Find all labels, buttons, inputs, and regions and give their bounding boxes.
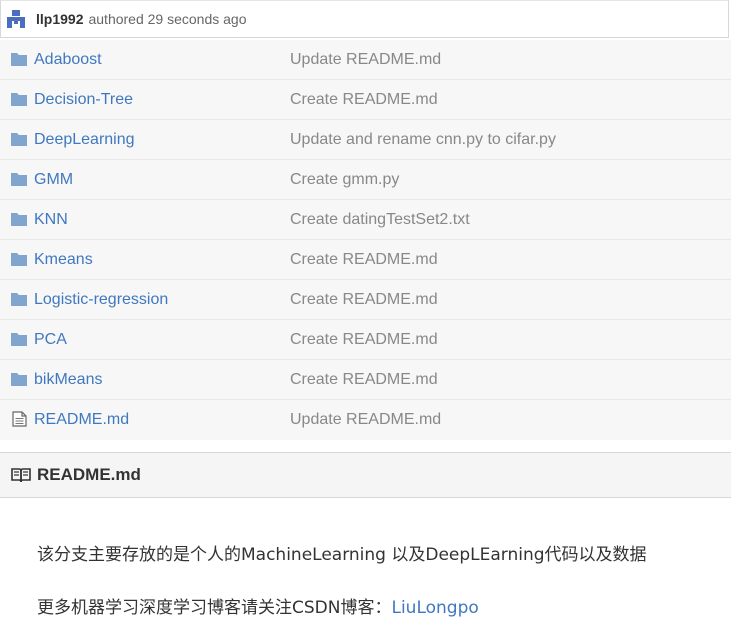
file-row[interactable]: Adaboost Update README.md [0,40,731,80]
folder-icon [10,291,28,307]
file-icon [10,411,28,427]
file-row[interactable]: PCA Create README.md [0,320,731,360]
file-name-link[interactable]: Adaboost [34,51,102,69]
file-name-link[interactable]: Kmeans [34,251,93,269]
file-row[interactable]: DeepLearning Update and rename cnn.py to … [0,120,731,160]
file-row[interactable]: bikMeans Create README.md [0,360,731,400]
folder-icon [10,331,28,347]
readme-paragraph-2-text: 更多机器学习深度学习博客请关注CSDN博客： [37,598,392,618]
commit-message-link[interactable]: Create README.md [290,91,438,109]
csdn-blog-link[interactable]: LiuLongpo [391,598,478,618]
file-name-link[interactable]: Logistic-regression [34,291,168,309]
commit-message-link[interactable]: Create gmm.py [290,171,399,189]
folder-icon [10,131,28,147]
file-row[interactable]: Kmeans Create README.md [0,240,731,280]
readme-title: README.md [37,465,141,484]
file-name-link[interactable]: PCA [34,331,67,349]
commit-message-link[interactable]: Create README.md [290,251,438,269]
file-name-link[interactable]: bikMeans [34,371,102,389]
file-row[interactable]: Logistic-regression Create README.md [0,280,731,320]
file-name-link[interactable]: DeepLearning [34,131,135,149]
file-row[interactable]: README.md Update README.md [0,400,731,440]
commit-message-link[interactable]: Create README.md [290,371,438,389]
file-row[interactable]: Decision-Tree Create README.md [0,80,731,120]
commit-time-text: authored 29 seconds ago [88,11,247,27]
book-icon [11,468,31,483]
readme-paragraph-2: 更多机器学习深度学习博客请关注CSDN博客：LiuLongpo [37,593,479,618]
folder-icon [10,371,28,387]
file-name-link[interactable]: KNN [34,211,68,229]
folder-icon [10,171,28,187]
commit-message-link[interactable]: Create datingTestSet2.txt [290,211,470,229]
readme-header: README.md [0,452,731,498]
file-table: Adaboost Update README.md Decision-Tree Cre… [0,40,731,440]
commit-author[interactable]: llp1992 [36,11,83,27]
commit-message-link[interactable]: Update and rename cnn.py to cifar.py [290,131,556,149]
folder-icon [10,251,28,267]
file-name-link[interactable]: GMM [34,171,73,189]
latest-commit-bar: llp1992 authored 29 seconds ago [0,0,729,38]
folder-icon [10,51,28,67]
commit-message-link[interactable]: Update README.md [290,51,441,69]
folder-icon [10,91,28,107]
file-name-link[interactable]: README.md [34,411,129,429]
folder-icon [10,211,28,227]
file-row[interactable]: GMM Create gmm.py [0,160,731,200]
readme-paragraph-1: 该分支主要存放的是个人的MachineLearning 以及DeepLEarni… [37,545,647,565]
repo-page: llp1992 authored 29 seconds ago Adaboost… [0,0,731,618]
file-row[interactable]: KNN Create datingTestSet2.txt [0,200,731,240]
commit-message-link[interactable]: Create README.md [290,291,438,309]
file-name-link[interactable]: Decision-Tree [34,91,133,109]
commit-message-link[interactable]: Create README.md [290,331,438,349]
commit-message-link[interactable]: Update README.md [290,411,441,429]
avatar[interactable] [5,8,27,30]
